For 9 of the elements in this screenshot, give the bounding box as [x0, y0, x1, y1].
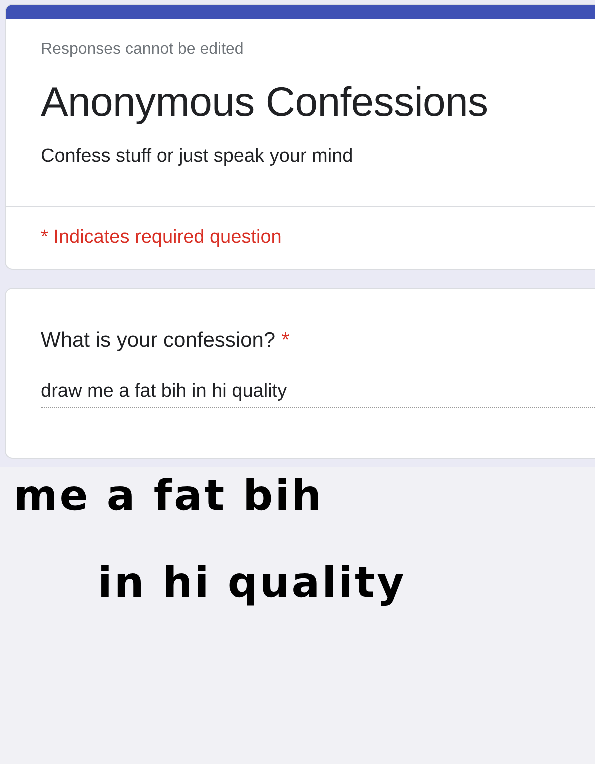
- required-mark: *: [282, 329, 290, 352]
- notice-text: Responses cannot be edited: [41, 41, 245, 59]
- handwritten-text: in hi quality: [98, 558, 406, 607]
- question-label: What is your confession?: [41, 329, 276, 352]
- form-title: Anonymous Confessions: [41, 79, 490, 126]
- required-note: * Indicates required question: [41, 227, 283, 249]
- answer-field[interactable]: draw me a fat bih in hi quality: [41, 375, 595, 408]
- handwritten-text: me a fat bih: [14, 471, 324, 520]
- form-description: Confess stuff or just speak your mind: [41, 146, 354, 168]
